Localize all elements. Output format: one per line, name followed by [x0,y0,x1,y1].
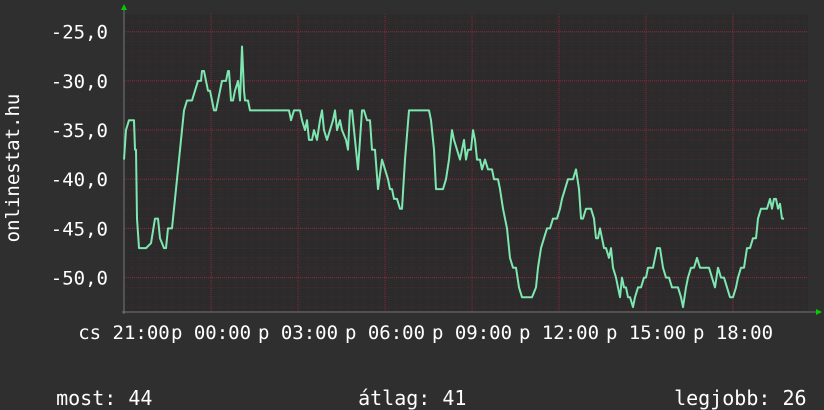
y-tick-label: -45,0 [51,218,108,240]
y-axis-arrow [121,4,127,10]
x-tick-label: p 09:00 [432,322,512,344]
line-chart: -25,0-30,0-35,0-40,0-45,0-50,0 cs 21:00 p… [2,4,822,344]
x-tick-label: cs 21:00 [78,322,170,344]
stat-best: legjobb: 26 [650,362,807,410]
y-axis-label: onlinestat.hu [2,94,24,243]
x-tick-label: p 03:00 [258,322,338,344]
y-tick-label: -25,0 [51,22,108,44]
y-tick-label: -50,0 [51,268,108,290]
x-tick-label: p 15:00 [606,322,686,344]
x-tick-label: p 06:00 [345,322,425,344]
x-tick-label: p 00:00 [171,322,251,344]
y-tick-label: -40,0 [51,169,108,191]
y-axis-ticks: -25,0 -30,0 -35,0 -40,0 -45,0 -50,0 [51,22,108,290]
x-axis-ticks: cs 21:00 p 00:00 p 03:00 p 06:00 p 09:00 p 12… [78,322,773,344]
x-tick-label: p 18:00 [693,322,773,344]
y-tick-label: -35,0 [51,120,108,142]
stat-current: most: 44 [32,362,152,410]
stat-current-value: 44 [128,386,153,410]
x-tick-label: p 12:00 [519,322,599,344]
stat-current-label: most: [56,386,117,410]
stat-best-label: legjobb: [674,386,771,410]
stat-average-value: 41 [442,386,467,410]
stat-average: átlag: 41 [334,362,466,410]
stat-average-label: átlag: [358,386,431,410]
y-tick-label: -30,0 [51,71,108,93]
stat-best-value: 26 [782,386,807,410]
x-axis-arrow [816,309,822,315]
